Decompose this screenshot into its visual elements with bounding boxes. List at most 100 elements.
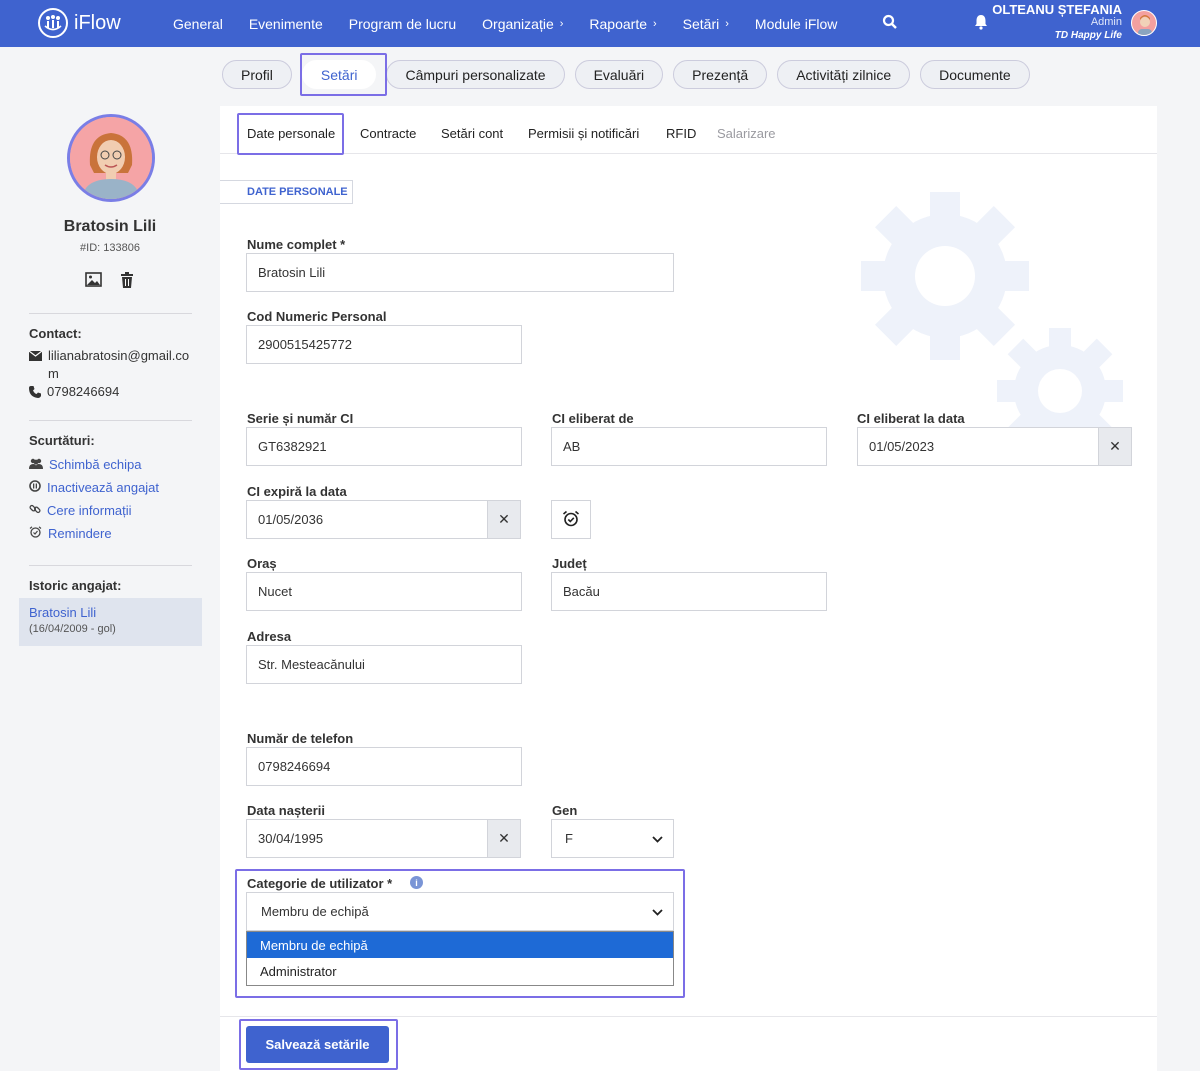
- alarm-clock-icon: [562, 510, 580, 530]
- tab-activitati-zilnice[interactable]: Activități zilnice: [777, 60, 911, 89]
- close-icon: ✕: [498, 830, 510, 846]
- tab-prezenta[interactable]: Prezență: [673, 60, 768, 89]
- clear-birth-date-button[interactable]: ✕: [487, 819, 521, 858]
- label-ci-series: Serie și număr CI: [247, 411, 354, 426]
- divider: [29, 313, 192, 314]
- employee-name: Bratosin Lili: [63, 218, 157, 235]
- image-icon[interactable]: [85, 272, 102, 291]
- nav-organizatie[interactable]: Organizație ›: [482, 16, 563, 32]
- history-entry[interactable]: Bratosin Lili (16/04/2009 - gol): [19, 598, 202, 646]
- search-icon[interactable]: [882, 14, 898, 33]
- tab-profil[interactable]: Profil: [222, 60, 292, 89]
- input-cnp[interactable]: 2900515425772: [246, 325, 522, 364]
- divider: [29, 565, 192, 566]
- shortcut-remindere-label: Remindere: [48, 526, 112, 541]
- contact-phone[interactable]: 0798246694: [29, 383, 194, 403]
- nav-setari-label: Setări: [682, 15, 720, 32]
- input-ci-expiry[interactable]: 01/05/2036: [246, 500, 488, 539]
- label-cnp: Cod Numeric Personal: [247, 309, 387, 324]
- phone-icon: [29, 383, 41, 403]
- input-ci-series[interactable]: GT6382921: [246, 427, 522, 466]
- input-city[interactable]: Nucet: [246, 572, 522, 611]
- clear-ci-expiry-button[interactable]: ✕: [487, 500, 521, 539]
- input-ci-issuer[interactable]: AB: [551, 427, 827, 466]
- tab-evaluari[interactable]: Evaluări: [574, 60, 664, 89]
- label-city: Oraș: [247, 556, 277, 571]
- history-title: Istoric angajat:: [29, 578, 122, 593]
- input-phone[interactable]: 0798246694: [246, 747, 522, 786]
- top-navbar: iFlow General Evenimente Program de lucr…: [0, 0, 1200, 47]
- shortcut-cere-informatii[interactable]: Cere informații: [29, 503, 132, 518]
- nav-module[interactable]: Module iFlow: [755, 16, 837, 32]
- label-ci-expiry: CI expiră la data: [247, 484, 347, 499]
- input-ci-issue-date[interactable]: 01/05/2023: [857, 427, 1099, 466]
- select-gender[interactable]: F: [551, 819, 674, 858]
- shortcut-remindere[interactable]: Remindere: [29, 526, 112, 541]
- label-phone: Număr de telefon: [247, 731, 354, 746]
- employee-avatar: [67, 114, 155, 202]
- logo-text: iFlow: [74, 11, 121, 34]
- users-icon: [29, 457, 43, 472]
- pause-circle-icon: [29, 480, 41, 495]
- main-nav: General Evenimente Program de lucru Orga…: [160, 0, 850, 47]
- input-address[interactable]: Str. Mesteacănului: [246, 645, 522, 684]
- link-icon: [29, 503, 41, 518]
- sub-tabs: Date personale Contracte Setări cont Per…: [220, 106, 1157, 154]
- history-entry-name: Bratosin Lili: [29, 605, 97, 620]
- nav-rapoarte[interactable]: Rapoarte ›: [589, 16, 656, 32]
- label-gender: Gen: [552, 803, 578, 818]
- subtab-permisii-notificari[interactable]: Permisii și notificări: [528, 126, 639, 141]
- subtab-setari-cont[interactable]: Setări cont: [441, 126, 503, 141]
- nav-setari[interactable]: Setări ›: [683, 16, 729, 32]
- nav-general[interactable]: General: [173, 16, 223, 32]
- label-ci-issuer: CI eliberat de: [552, 411, 634, 426]
- chevron-right-icon: ›: [653, 17, 657, 30]
- shortcut-inactiveaza-label: Inactivează angajat: [47, 480, 160, 495]
- tab-documente[interactable]: Documente: [920, 60, 1030, 89]
- contact-email-text: lilianabratosin@gmail.com: [48, 348, 190, 381]
- history-entry-dates: (16/04/2009 - gol): [29, 623, 116, 635]
- contact-email[interactable]: lilianabratosin@gmail.com: [28, 347, 194, 383]
- highlight-user-category: [235, 869, 685, 998]
- highlight-setari-tab: [300, 53, 387, 96]
- shortcut-cere-informatii-label: Cere informații: [47, 503, 132, 518]
- envelope-icon: [28, 347, 43, 383]
- user-avatar[interactable]: [1131, 10, 1157, 36]
- tab-campuri-personalizate[interactable]: Câmpuri personalizate: [386, 60, 565, 89]
- divider: [220, 1016, 1157, 1017]
- label-birth-date: Data nașterii: [247, 803, 326, 818]
- input-birth-date[interactable]: 30/04/1995: [246, 819, 488, 858]
- select-gender-value: F: [565, 831, 573, 846]
- subtab-salarizare: Salarizare: [717, 126, 776, 141]
- nav-module-label: Module iFlow: [754, 15, 838, 32]
- nav-program-label: Program de lucru: [348, 15, 457, 32]
- shortcuts-title: Scurtături:: [29, 433, 95, 448]
- label-address: Adresa: [247, 629, 292, 644]
- subtab-rfid[interactable]: RFID: [666, 126, 696, 141]
- iflow-logo[interactable]: iFlow: [38, 8, 121, 38]
- shortcut-schimba-echipa[interactable]: Schimbă echipa: [29, 457, 142, 472]
- close-icon: ✕: [498, 511, 510, 527]
- highlight-date-personale-tab: [237, 113, 344, 155]
- clear-ci-issue-date-button[interactable]: ✕: [1098, 427, 1132, 466]
- section-tag: DATE PERSONALE: [220, 180, 353, 204]
- close-icon: ✕: [1109, 438, 1121, 454]
- reminder-button[interactable]: [551, 500, 591, 539]
- nav-evenimente[interactable]: Evenimente: [249, 16, 323, 32]
- shortcut-inactiveaza[interactable]: Inactivează angajat: [29, 480, 159, 495]
- input-full-name[interactable]: Bratosin Lili: [246, 253, 674, 292]
- subtab-contracte[interactable]: Contracte: [360, 126, 416, 141]
- label-full-name: Nume complet *: [247, 237, 346, 252]
- trash-icon[interactable]: [120, 272, 134, 291]
- nav-general-label: General: [173, 15, 223, 32]
- contact-title: Contact:: [29, 326, 82, 341]
- user-role: Admin: [1090, 16, 1122, 28]
- user-info[interactable]: OLTEANU ȘTEFANIA Admin TD Happy Life: [992, 3, 1122, 42]
- input-county[interactable]: Bacău: [551, 572, 827, 611]
- nav-program[interactable]: Program de lucru: [349, 16, 456, 32]
- highlight-save-button: [239, 1019, 398, 1070]
- employee-id: #ID: 133806: [80, 242, 140, 254]
- alarm-clock-icon: [29, 526, 42, 541]
- nav-evenimente-label: Evenimente: [248, 15, 323, 32]
- bell-icon[interactable]: [974, 14, 988, 33]
